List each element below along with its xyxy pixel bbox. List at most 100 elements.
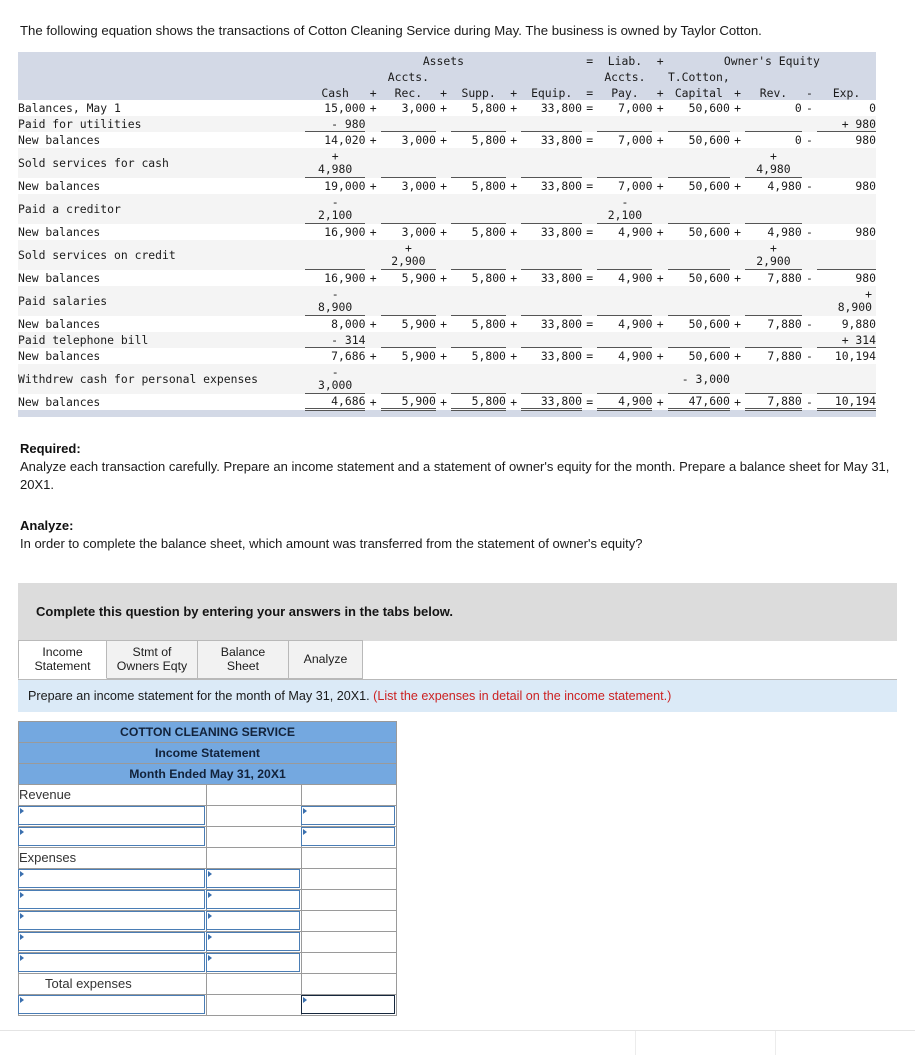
expense-amount-input-5[interactable] (206, 953, 300, 973)
tab-stmt-owners-eqty-line2: Owners Eqty (116, 658, 188, 673)
tab-balance-sheet[interactable]: Balance Sheet (197, 639, 289, 679)
revenue-amount-input-1[interactable] (301, 806, 396, 826)
tab-prompt-main: Prepare an income statement for the mont… (28, 688, 374, 703)
cell-exp: 0 (817, 99, 876, 116)
col-op3: + (505, 83, 522, 100)
is-expense-desc-cell-2[interactable] (18, 888, 207, 911)
is-empty-cell (206, 972, 302, 995)
eq-bottom-band (18, 409, 876, 417)
row-label: Sold services on credit (18, 239, 305, 270)
expense-description-input-3[interactable] (18, 911, 205, 931)
cell-supp: 5,800 (451, 223, 506, 240)
cell-rec: 3,000 (380, 99, 436, 116)
expense-description-input-4[interactable] (18, 932, 205, 952)
cell-exp: + 980 (817, 115, 876, 133)
revenue-description-input-1[interactable] (18, 806, 205, 826)
is-expense-input-row (18, 909, 398, 932)
cell-pay (597, 285, 653, 317)
expense-amount-input-3[interactable] (206, 911, 300, 931)
revenue-description-input-2[interactable] (18, 827, 205, 847)
is-expense-desc-cell-3[interactable] (18, 909, 207, 932)
table-row: New balances 8,000 + 5,900 + 5,800 + 33,… (18, 315, 876, 332)
is-net-income-amount-cell[interactable] (300, 993, 398, 1016)
cell-equip (521, 147, 582, 179)
subhdr-accts-pay: Accts. (597, 67, 653, 84)
cell-rev (745, 115, 802, 133)
table-row: Paid a creditor - 2,100 - 2,100 (18, 193, 876, 225)
cell-supp: 5,800 (451, 393, 506, 412)
is-revenue-desc-cell-1[interactable] (18, 804, 207, 827)
group-assets: Assets (304, 51, 582, 68)
revenue-amount-input-2[interactable] (301, 827, 396, 847)
cell-exp: 980 (817, 131, 876, 148)
table-row: New balances 16,900 + 5,900 + 5,800 + 33… (18, 269, 876, 286)
cell-exp: 980 (817, 177, 876, 194)
cell-exp: 980 (817, 269, 876, 286)
is-expense-desc-cell-1[interactable] (18, 867, 207, 890)
is-expense-amount-cell-5[interactable] (206, 951, 302, 974)
expense-amount-input-2[interactable] (206, 890, 300, 910)
net-income-description-input[interactable] (18, 995, 205, 1015)
is-expense-amount-cell-1[interactable] (206, 867, 302, 890)
expense-amount-input-4[interactable] (206, 932, 300, 952)
page-root: The following equation shows the transac… (0, 0, 915, 1064)
is-expense-desc-cell-5[interactable] (18, 951, 207, 974)
is-expense-amount-cell-4[interactable] (206, 930, 302, 953)
cell-supp: 5,800 (451, 269, 506, 286)
expense-description-input-1[interactable] (18, 869, 205, 889)
cell-supp (451, 363, 506, 395)
tab-income-statement-line2: Statement (34, 658, 91, 673)
cell-rec (380, 193, 436, 225)
is-expense-amount-cell-2[interactable] (206, 888, 302, 911)
tab-balance-sheet-label: Balance Sheet (220, 645, 266, 673)
table-row: Paid for utilities - 980 + 980 (18, 115, 876, 133)
eq-group-header-row: Assets = Liab. + Owner's Equity (18, 51, 876, 68)
group-owners-equity: Owner's Equity (667, 51, 876, 68)
is-empty-cell (300, 867, 398, 890)
is-revenue-amount-cell-1[interactable] (300, 804, 398, 827)
cell-capital: 50,600 (667, 177, 730, 194)
tab-prompt: Prepare an income statement for the mont… (18, 679, 897, 712)
expense-description-input-2[interactable] (18, 890, 205, 910)
cell-cash: 3,000 (317, 377, 353, 392)
cell-rec: 2,900 (391, 253, 426, 268)
is-empty-cell (300, 951, 398, 974)
cell-equip (521, 285, 582, 317)
expense-description-input-5[interactable] (18, 953, 205, 973)
income-statement-table: COTTON CLEANING SERVICE Income Statement… (17, 720, 398, 1016)
net-income-amount-input[interactable] (301, 995, 396, 1015)
group-equals: = (581, 51, 598, 68)
cell-rec: 5,900 (380, 347, 436, 364)
row-label: New balances (18, 393, 305, 410)
cell-supp: 5,800 (451, 315, 506, 332)
tab-stmt-owners-eqty[interactable]: Stmt of Owners Eqty (106, 639, 198, 679)
tab-income-statement[interactable]: Income Statement (18, 639, 107, 679)
cell-supp: 5,800 (451, 347, 506, 364)
cell-cash-sign: - (331, 286, 339, 301)
required-analyze-section: Required: Analyze each transaction caref… (0, 441, 915, 553)
cell-supp: 5,800 (451, 131, 506, 148)
cell-equip: 33,800 (521, 347, 582, 364)
cell-rev-sign: + (770, 148, 777, 163)
is-revenue-desc-cell-2[interactable] (18, 825, 207, 848)
is-expense-amount-cell-3[interactable] (206, 909, 302, 932)
table-row: New balances 7,686 + 5,900 + 5,800 + 33,… (18, 347, 876, 364)
is-empty-cell (206, 783, 302, 806)
cell-exp (817, 239, 876, 271)
is-expense-desc-cell-4[interactable] (18, 930, 207, 953)
cell-capital: 50,600 (667, 347, 730, 364)
row-label: Paid for utilities (18, 115, 305, 132)
is-revenue-amount-cell-2[interactable] (300, 825, 398, 848)
tab-analyze[interactable]: Analyze (288, 639, 363, 679)
footer-segment-left (635, 1030, 775, 1055)
table-row: Paid salaries - 8,900 + 8,900 (18, 285, 876, 317)
col-op1: + (365, 83, 381, 100)
expense-amount-input-1[interactable] (206, 869, 300, 889)
is-net-income-desc-cell[interactable] (18, 993, 207, 1016)
row-label: New balances (18, 315, 305, 332)
is-empty-cell (206, 993, 302, 1016)
col-op4: = (581, 83, 598, 100)
is-empty-cell (300, 846, 398, 869)
cell-exp: 10,194 (817, 393, 876, 412)
col-rev: Rev. (745, 83, 802, 100)
